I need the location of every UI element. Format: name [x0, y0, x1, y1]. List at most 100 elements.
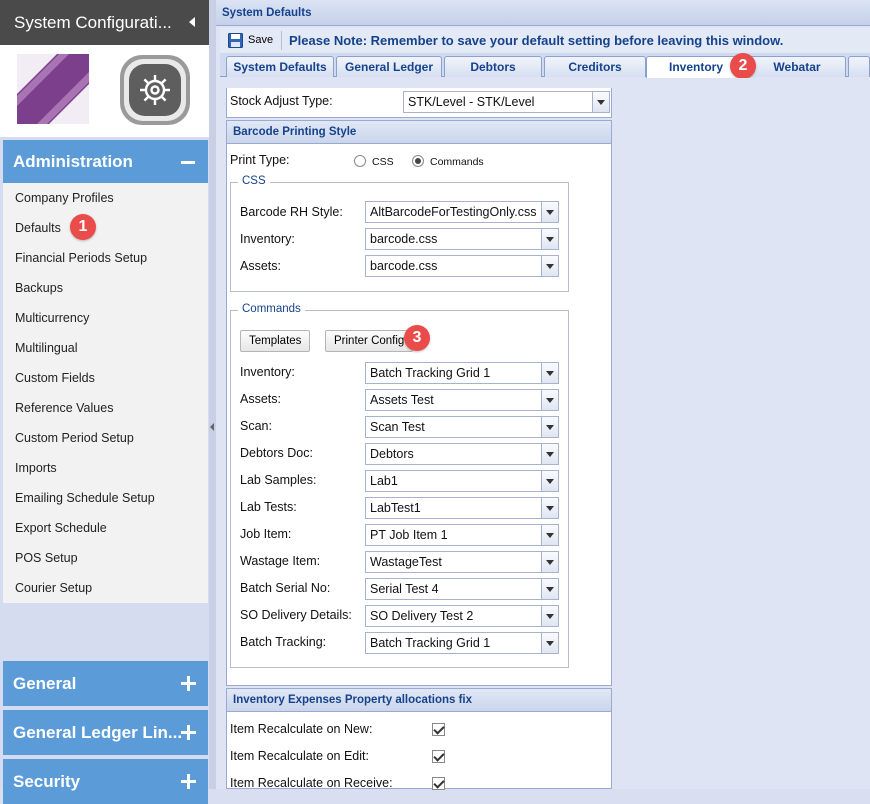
section-general-ledger-label: General Ledger Lin... [13, 723, 183, 742]
administration-menu: Company Profiles Defaults Financial Peri… [3, 183, 208, 603]
tab-overflow[interactable] [848, 56, 870, 77]
css-assets-value: barcode.css [370, 259, 438, 273]
chevron-down-icon[interactable] [541, 471, 558, 491]
chevron-down-icon[interactable] [541, 552, 558, 572]
cmd-lab-tests-label: Lab Tests: [240, 500, 297, 514]
expand-plus-icon[interactable] [181, 774, 196, 789]
chevron-down-icon[interactable] [541, 417, 558, 437]
recalc-receive-checkbox[interactable] [432, 777, 445, 790]
expand-plus-icon[interactable] [181, 725, 196, 740]
splitter-arrow-icon[interactable] [210, 423, 214, 431]
chevron-down-icon[interactable] [541, 256, 558, 276]
cmd-scan-select[interactable]: Scan Test [365, 416, 559, 438]
chevron-down-icon[interactable] [541, 390, 558, 410]
menu-item-defaults[interactable]: Defaults [3, 213, 208, 243]
logo-area [0, 45, 213, 137]
cmd-batch-tracking-label: Batch Tracking: [240, 635, 327, 649]
templates-button[interactable]: Templates [240, 330, 311, 352]
print-type-commands-radio[interactable] [412, 155, 424, 167]
cmd-scan-label: Scan: [240, 419, 272, 433]
tab-general-ledger[interactable]: General Ledger [336, 56, 442, 77]
cmd-inventory-label: Inventory: [240, 365, 295, 379]
recalc-edit-checkbox[interactable] [432, 750, 445, 763]
tab-creditors[interactable]: Creditors [544, 56, 646, 77]
menu-item-custom-period-setup[interactable]: Custom Period Setup [3, 423, 208, 453]
cmd-lab-samples-value: Lab1 [370, 474, 398, 488]
css-assets-select[interactable]: barcode.css [365, 255, 559, 277]
chevron-down-icon[interactable] [541, 229, 558, 249]
cmd-batch-serial-select[interactable]: Serial Test 4 [365, 578, 559, 600]
chevron-down-icon[interactable] [541, 606, 558, 626]
print-type-css-radio[interactable] [354, 155, 366, 167]
css-inventory-select[interactable]: barcode.css [365, 228, 559, 250]
tab-strip: System Defaults General Ledger Debtors C… [220, 53, 870, 78]
chevron-down-icon[interactable] [541, 444, 558, 464]
chevron-down-icon[interactable] [541, 525, 558, 545]
menu-item-reference-values[interactable]: Reference Values [3, 393, 208, 423]
menu-item-emailing-schedule-setup[interactable]: Emailing Schedule Setup [3, 483, 208, 513]
collapse-sidebar-icon[interactable] [189, 17, 195, 27]
tab-system-defaults[interactable]: System Defaults [226, 56, 334, 77]
stock-adjust-type-select[interactable]: STK/Level - STK/Level [403, 91, 610, 113]
cmd-inventory-select[interactable]: Batch Tracking Grid 1 [365, 362, 559, 384]
menu-item-export-schedule[interactable]: Export Schedule [3, 513, 208, 543]
administration-label: Administration [13, 152, 133, 171]
barcode-rh-style-select[interactable]: AltBarcodeForTestingOnly.css [365, 201, 559, 223]
collapse-minus-icon[interactable] [181, 161, 195, 164]
recalc-new-checkbox[interactable] [432, 723, 445, 736]
panel-splitter[interactable] [209, 0, 216, 789]
save-button-label: Save [248, 34, 274, 46]
cmd-lab-tests-select[interactable]: LabTest1 [365, 497, 559, 519]
menu-item-multilingual[interactable]: Multilingual [3, 333, 208, 363]
cmd-so-delivery-select[interactable]: SO Delivery Test 2 [365, 605, 559, 627]
recalc-new-label: Item Recalculate on New: [230, 722, 373, 736]
section-general[interactable]: General [3, 661, 208, 706]
menu-item-imports[interactable]: Imports [3, 453, 208, 483]
cmd-lab-samples-label: Lab Samples: [240, 473, 317, 487]
cmd-assets-select[interactable]: Assets Test [365, 389, 559, 411]
recalc-receive-label: Item Recalculate on Receive: [230, 776, 393, 790]
menu-item-pos-setup[interactable]: POS Setup [3, 543, 208, 573]
tab-debtors[interactable]: Debtors [444, 56, 542, 77]
cmd-wastage-item-select[interactable]: WastageTest [365, 551, 559, 573]
expand-plus-icon[interactable] [181, 676, 196, 691]
cmd-lab-samples-select[interactable]: Lab1 [365, 470, 559, 492]
print-type-css-label: CSS [372, 156, 394, 168]
menu-item-multicurrency[interactable]: Multicurrency [3, 303, 208, 333]
cmd-batch-tracking-select[interactable]: Batch Tracking Grid 1 [365, 632, 559, 654]
barcode-printing-title: Barcode Printing Style [227, 121, 611, 144]
inventory-expenses-panel: Inventory Expenses Property allocations … [226, 688, 612, 790]
barcode-rh-style-label: Barcode RH Style: [240, 205, 343, 219]
menu-item-financial-periods-setup[interactable]: Financial Periods Setup [3, 243, 208, 273]
cmd-job-item-select[interactable]: PT Job Item 1 [365, 524, 559, 546]
cmd-so-delivery-label: SO Delivery Details: [240, 608, 352, 622]
menu-item-company-profiles[interactable]: Company Profiles [3, 183, 208, 213]
menu-item-custom-fields[interactable]: Custom Fields [3, 363, 208, 393]
cmd-job-item-label: Job Item: [240, 527, 292, 541]
administration-header[interactable]: Administration [3, 140, 208, 183]
inventory-expenses-title: Inventory Expenses Property allocations … [227, 689, 611, 712]
settings-cog-logo-icon [120, 55, 190, 125]
chevron-down-icon[interactable] [541, 498, 558, 518]
printer-config-button[interactable]: Printer Config [325, 330, 414, 352]
chevron-down-icon[interactable] [541, 363, 558, 383]
cmd-debtors-doc-label: Debtors Doc: [240, 446, 313, 460]
cmd-inventory-value: Batch Tracking Grid 1 [370, 366, 491, 380]
cmd-scan-value: Scan Test [370, 420, 425, 434]
chevron-down-icon[interactable] [541, 579, 558, 599]
chevron-down-icon[interactable] [541, 633, 558, 653]
menu-item-backups[interactable]: Backups [3, 273, 208, 303]
save-button[interactable]: Save [228, 31, 273, 50]
print-type-commands-label: Commands [430, 156, 484, 168]
tab-webatar[interactable]: Webatar [748, 56, 846, 77]
chevron-down-icon[interactable] [541, 202, 558, 222]
cmd-debtors-doc-select[interactable]: Debtors [365, 443, 559, 465]
cmd-wastage-item-label: Wastage Item: [240, 554, 321, 568]
section-general-ledger-links[interactable]: General Ledger Lin... [3, 710, 208, 755]
section-security[interactable]: Security [3, 759, 208, 804]
chevron-down-icon[interactable] [592, 92, 609, 112]
save-reminder-note: Please Note: Remember to save your defau… [289, 33, 784, 48]
stock-adjust-value: STK/Level - STK/Level [408, 95, 535, 109]
menu-item-courier-setup[interactable]: Courier Setup [3, 573, 208, 603]
window-title: System Defaults [216, 0, 870, 26]
